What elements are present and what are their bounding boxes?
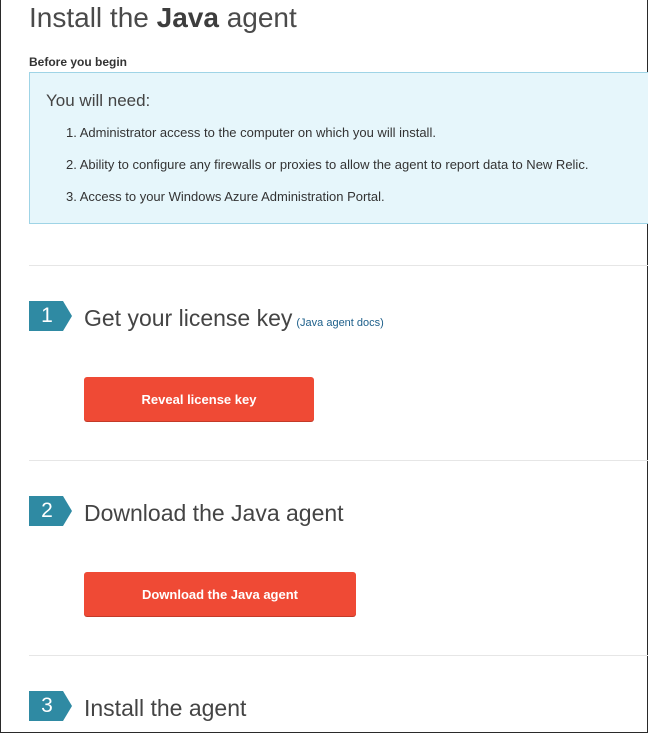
section-divider [29, 655, 648, 656]
step-2-badge: 2 [29, 496, 73, 526]
step-1-title: Get your license key (Java agent docs) [84, 305, 384, 332]
title-suffix: agent [218, 2, 297, 33]
before-you-begin-heading: Before you begin [29, 55, 128, 69]
step-1-number: 1 [41, 304, 53, 327]
reveal-license-key-button[interactable]: Reveal license key [84, 377, 314, 421]
step-1-badge: 1 [29, 301, 73, 331]
java-agent-docs-link[interactable]: (Java agent docs) [296, 317, 383, 329]
section-divider [29, 460, 648, 461]
requirements-title: You will need: [46, 91, 151, 110]
title-bold: Java [156, 2, 219, 33]
step-3-title: Install the agent [84, 695, 247, 721]
page-title: Install the Java agent [29, 0, 297, 36]
step-2-title: Download the Java agent [84, 500, 344, 526]
requirements-list: 1. Administrator access to the computer … [66, 125, 588, 221]
step-3-number: 3 [41, 694, 53, 717]
requirement-item: 1. Administrator access to the computer … [66, 125, 436, 140]
step-3-badge: 3 [29, 691, 73, 721]
step-1-title-text: Get your license key [84, 305, 293, 331]
requirement-item: 2. Ability to configure any firewalls or… [66, 157, 589, 172]
requirement-item: 3. Access to your Windows Azure Administ… [66, 189, 385, 204]
step-2-number: 2 [41, 499, 53, 522]
requirements-box: You will need: 1. Administrator access t… [29, 72, 648, 224]
download-java-agent-button[interactable]: Download the Java agent [84, 572, 356, 616]
title-prefix: Install the [29, 2, 157, 33]
section-divider [29, 265, 648, 266]
